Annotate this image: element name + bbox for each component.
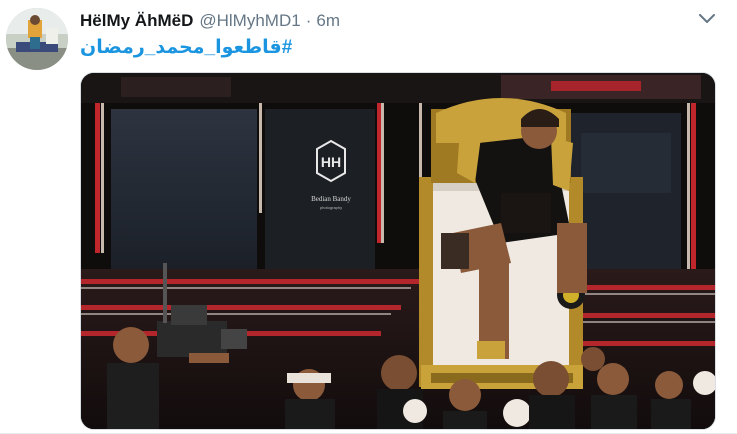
separator-dot: ·	[305, 11, 312, 30]
tweet-menu-button[interactable]	[696, 10, 718, 28]
tweet-card[interactable]: HëlMy ÄhMëD @HlMyhMD1 · 6m #قاطعوا_محمد_…	[0, 0, 737, 434]
chevron-down-icon	[699, 14, 715, 23]
tweet-hashtag-link[interactable]: #قاطعوا_محمد_رمضان	[80, 36, 292, 59]
avatar-image	[6, 8, 68, 70]
stage-photo: HH Bedian Bandy photography	[81, 73, 715, 429]
tweet-media-photo[interactable]: HH Bedian Bandy photography	[80, 72, 716, 430]
author-display-name[interactable]: HëlMy ÄhMëD	[80, 11, 193, 31]
watermark-subtext: photography	[320, 205, 342, 210]
tweet-timestamp[interactable]: 6m	[316, 11, 340, 31]
avatar[interactable]	[6, 8, 68, 70]
watermark-text: Bedian Bandy	[311, 195, 351, 203]
author-handle[interactable]: @HlMyhMD1	[199, 11, 300, 31]
svg-text:HH: HH	[321, 154, 341, 170]
tweet-header: HëlMy ÄhMëD @HlMyhMD1 · 6m	[80, 11, 340, 33]
